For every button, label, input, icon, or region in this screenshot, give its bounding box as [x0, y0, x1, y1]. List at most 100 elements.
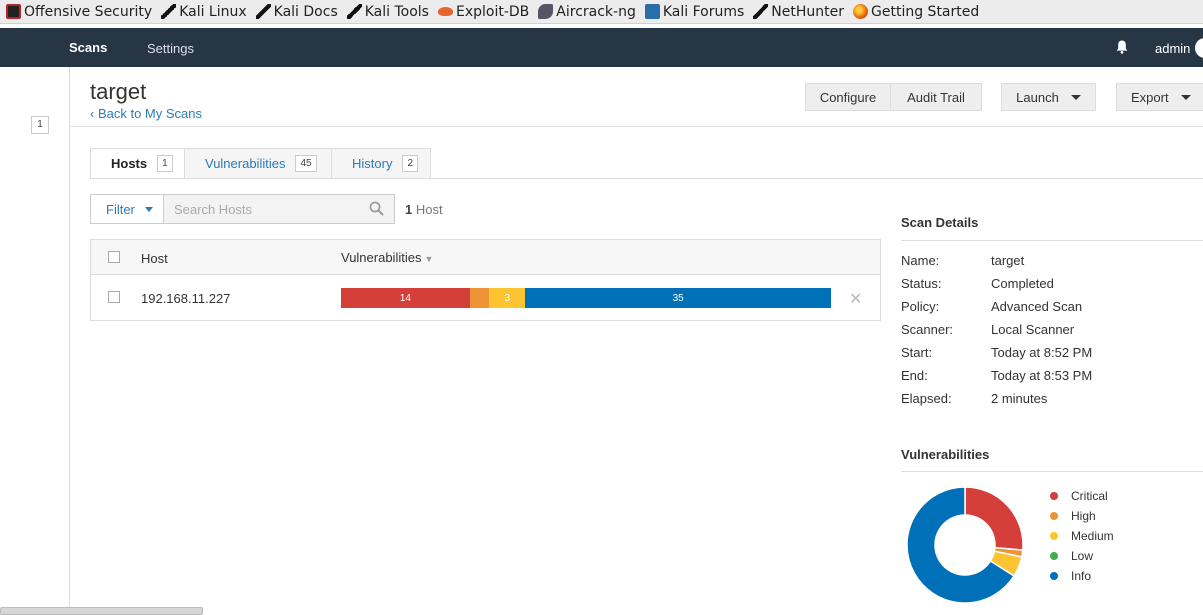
- legend-swatch: [1050, 572, 1058, 580]
- bookmark-kali-tools[interactable]: Kali Tools: [346, 3, 429, 20]
- aircrack-icon: [538, 4, 554, 19]
- legend-label: Medium: [1071, 529, 1114, 543]
- bookmark-label: Kali Tools: [364, 3, 429, 20]
- audit-trail-label: Audit Trail: [907, 89, 965, 105]
- vulnerabilities-legend: Critical High Medium Low Info: [1050, 486, 1114, 586]
- back-to-scans-link[interactable]: ‹ Back to My Scans: [90, 106, 202, 121]
- filter-label: Filter: [106, 201, 135, 217]
- select-all-checkbox[interactable]: [108, 251, 120, 263]
- bookmark-label: Getting Started: [871, 3, 980, 20]
- user-menu[interactable]: admin: [1155, 41, 1190, 56]
- search-icon[interactable]: [369, 201, 384, 216]
- detail-key: Policy:: [901, 299, 940, 314]
- scan-details-divider: [901, 240, 1203, 241]
- chevron-down-icon: [1180, 94, 1191, 100]
- detail-key: Name:: [901, 253, 940, 268]
- legend-item-critical[interactable]: Critical: [1050, 486, 1114, 506]
- offsec-icon: [6, 4, 21, 19]
- host-count: 1 Host: [405, 202, 443, 217]
- vuln-segment-high[interactable]: [469, 288, 490, 308]
- kali-dragon-icon: [346, 4, 362, 19]
- launch-button[interactable]: Launch: [1001, 83, 1096, 111]
- avatar[interactable]: [1195, 38, 1203, 58]
- detail-key: Status:: [901, 276, 942, 291]
- vulnerabilities-donut-chart: [906, 486, 1024, 604]
- legend-item-medium[interactable]: Medium: [1050, 526, 1114, 546]
- tab-vulnerabilities-label: Vulnerabilities: [205, 156, 286, 171]
- bookmark-kali-forums[interactable]: Kali Forums: [644, 4, 744, 20]
- detail-value: target: [991, 253, 1025, 268]
- chevron-down-icon: [144, 206, 153, 212]
- hosts-table: Host Vulnerabilities ▼ 192.168.11.227 14 3…: [90, 239, 881, 321]
- legend-item-low[interactable]: Low: [1050, 546, 1114, 566]
- host-count-text: Host: [415, 202, 443, 217]
- bookmark-nethunter[interactable]: NetHunter: [753, 4, 844, 20]
- vulnerabilities-chart-divider: [901, 471, 1203, 472]
- notifications-bell-icon[interactable]: [1116, 40, 1128, 54]
- tab-hosts-label: Hosts: [111, 156, 148, 171]
- configure-label: Configure: [819, 89, 877, 105]
- tab-history[interactable]: History 2: [331, 148, 431, 179]
- detail-key: Scanner:: [901, 322, 954, 337]
- detail-key: Elapsed:: [901, 391, 952, 406]
- vulnerabilities-chart-title: Vulnerabilities: [901, 447, 990, 462]
- detail-value: Local Scanner: [991, 322, 1075, 337]
- page-title: target: [90, 79, 147, 104]
- export-button[interactable]: Export: [1116, 83, 1203, 111]
- bookmark-label: Aircrack-ng: [556, 3, 636, 20]
- legend-label: Info: [1071, 569, 1092, 583]
- vuln-segment-critical[interactable]: 14: [341, 288, 470, 308]
- legend-item-info[interactable]: Info: [1050, 566, 1114, 586]
- horizontal-scrollbar[interactable]: [0, 607, 203, 615]
- tab-hosts[interactable]: Hosts 1: [90, 148, 185, 179]
- donut-slice-critical[interactable]: [964, 486, 1024, 551]
- bookmark-kali-linux[interactable]: Kali Linux: [161, 4, 247, 20]
- nav-scans[interactable]: Scans: [69, 40, 107, 55]
- detail-value: Today at 8:53 PM: [991, 368, 1093, 383]
- vulnerability-bar[interactable]: 14 3 35: [341, 288, 831, 308]
- exploitdb-icon: [437, 7, 453, 16]
- detail-key: Start:: [901, 345, 933, 360]
- tab-vulnerabilities-count: 45: [295, 155, 317, 172]
- bookmark-getting-started[interactable]: Getting Started: [853, 4, 979, 20]
- nav-settings[interactable]: Settings: [147, 41, 194, 56]
- bookmark-label: Kali Docs: [273, 3, 338, 20]
- host-ip[interactable]: 192.168.11.227: [141, 291, 230, 306]
- row-checkbox[interactable]: [108, 291, 120, 303]
- legend-swatch: [1050, 532, 1058, 540]
- legend-label: High: [1071, 509, 1096, 523]
- vuln-segment-medium[interactable]: 3: [489, 288, 526, 308]
- tab-history-count: 2: [402, 155, 419, 172]
- bookmark-aircrack-ng[interactable]: Aircrack-ng: [538, 4, 636, 20]
- legend-item-high[interactable]: High: [1050, 506, 1114, 526]
- sidebar-count-badge[interactable]: 1: [31, 116, 49, 134]
- detail-value: Today at 8:52 PM: [991, 345, 1093, 360]
- bookmark-exploit-db[interactable]: Exploit-DB: [437, 4, 529, 20]
- detail-value: Advanced Scan: [991, 299, 1083, 314]
- remove-host-icon[interactable]: ✕: [849, 289, 862, 308]
- legend-swatch: [1050, 512, 1058, 520]
- vuln-segment-info[interactable]: 35: [525, 288, 831, 308]
- legend-swatch: [1050, 492, 1058, 500]
- scan-details-title: Scan Details: [901, 215, 979, 230]
- filter-button[interactable]: Filter: [90, 194, 164, 224]
- export-label: Export: [1131, 89, 1169, 105]
- bookmark-label: Offensive Security: [24, 3, 153, 20]
- search-hosts-input[interactable]: [163, 194, 395, 224]
- bookmarks-bar: Offensive Security Kali Linux Kali Docs Kal…: [0, 0, 1203, 24]
- configure-button[interactable]: Configure: [805, 83, 891, 111]
- detail-value: 2 minutes: [991, 391, 1048, 406]
- legend-label: Critical: [1071, 489, 1108, 503]
- kali-forums-icon: [644, 4, 660, 19]
- tab-vulnerabilities[interactable]: Vulnerabilities 45: [184, 148, 332, 179]
- bookmark-offensive-security[interactable]: Offensive Security: [6, 4, 152, 20]
- table-header: Host Vulnerabilities ▼: [91, 240, 880, 275]
- tab-hosts-count: 1: [157, 155, 173, 172]
- column-header-host[interactable]: Host: [141, 251, 168, 266]
- bookmark-kali-docs[interactable]: Kali Docs: [255, 3, 338, 20]
- audit-trail-button[interactable]: Audit Trail: [890, 83, 982, 111]
- column-header-vulnerabilities[interactable]: Vulnerabilities ▼: [341, 250, 433, 265]
- top-nav: Scans Settings admin: [0, 28, 1203, 67]
- firefox-icon: [853, 4, 869, 19]
- header-divider: [70, 126, 1203, 127]
